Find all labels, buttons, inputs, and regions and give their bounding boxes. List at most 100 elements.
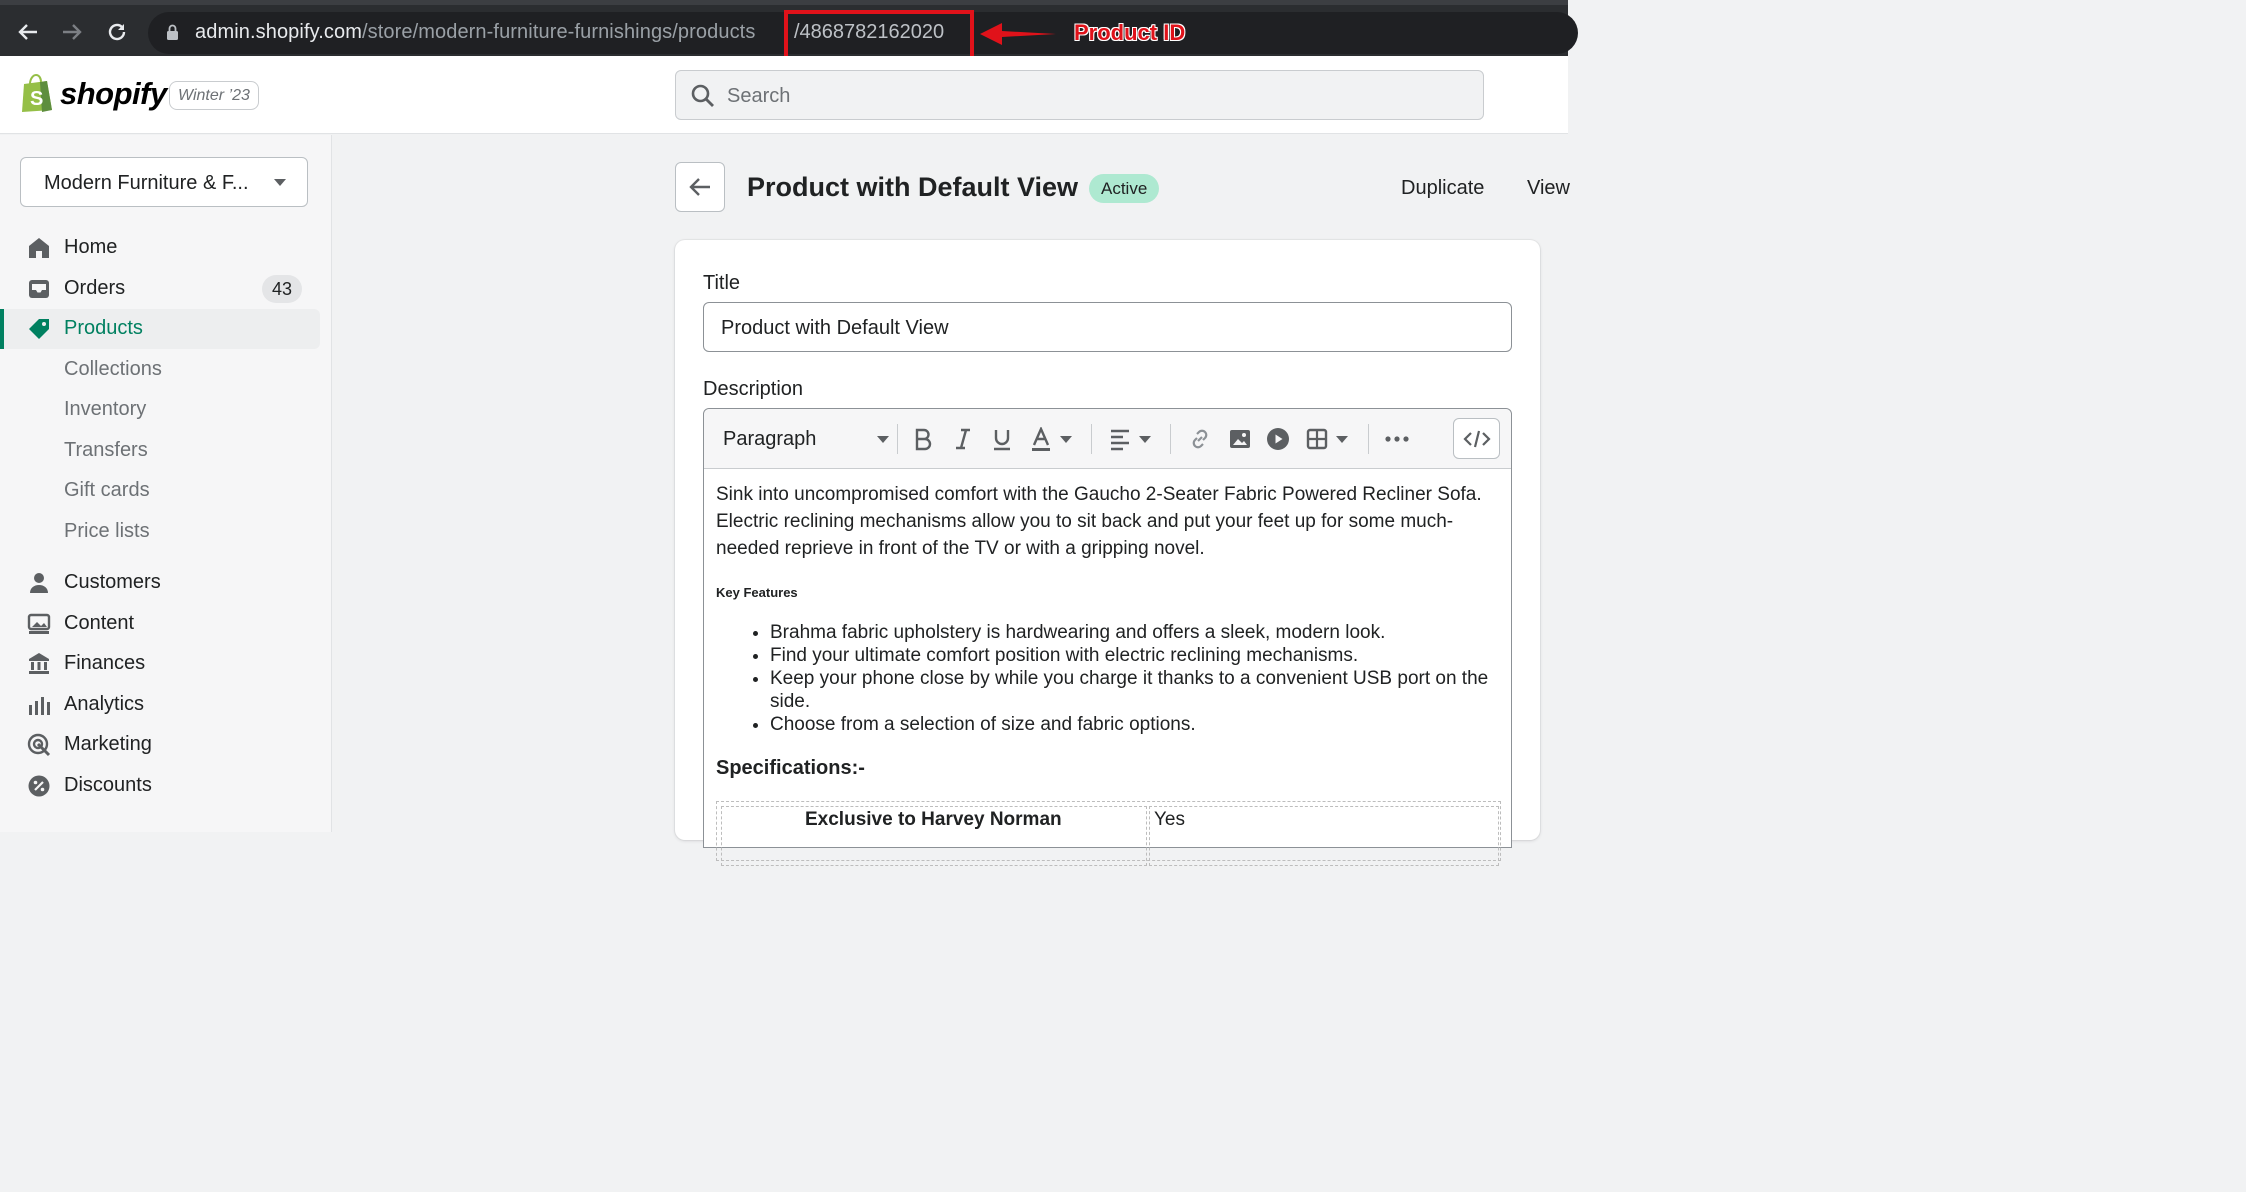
active-indicator (0, 309, 4, 349)
lock-icon (167, 24, 178, 40)
sidebar-item-products[interactable]: Products (0, 309, 320, 349)
table-cell: Yes (1149, 806, 1499, 866)
back-arrow-icon[interactable] (10, 14, 46, 50)
sidebar-item-collections[interactable]: Collections (0, 350, 320, 390)
italic-icon[interactable] (953, 427, 973, 451)
back-button[interactable] (675, 162, 725, 212)
specifications-table: Exclusive to Harvey Norman Yes (716, 801, 1501, 866)
insert-image-icon[interactable] (1228, 427, 1252, 451)
spec-value: Yes (1154, 809, 1185, 830)
tag-icon (29, 319, 49, 339)
bold-icon[interactable] (913, 427, 933, 451)
editor-toolbar: Paragraph (704, 409, 1511, 469)
arrow-left-icon (689, 178, 710, 196)
html-code-toggle[interactable] (1453, 418, 1500, 459)
bar-chart-icon (29, 697, 50, 715)
sidebar-item-transfers[interactable]: Transfers (0, 431, 320, 471)
sidebar-item-orders[interactable]: Orders 43 (0, 269, 320, 309)
insert-table-icon[interactable] (1306, 427, 1350, 451)
url-text: admin.shopify.com/store/modern-furniture… (195, 21, 755, 44)
shopify-logo-text[interactable]: shopify (60, 76, 167, 112)
inbox-icon (29, 280, 49, 298)
editor-content[interactable]: Sink into uncompromised comfort with the… (716, 481, 1501, 866)
reload-icon[interactable] (99, 14, 135, 50)
browser-toolbar: admin.shopify.com/store/modern-furniture… (0, 0, 1578, 60)
sidebar-item-discounts[interactable]: Discounts (0, 766, 320, 806)
sidebar-item-label: Finances (64, 652, 146, 674)
orders-count-badge: 43 (261, 275, 302, 303)
toolbar-divider (897, 424, 898, 454)
sidebar-item-content[interactable]: Content (0, 604, 320, 644)
forward-arrow-icon[interactable] (54, 14, 90, 50)
toolbar-divider (1368, 424, 1369, 454)
description-label: Description (703, 378, 804, 400)
sidebar-item-label: Content (64, 612, 135, 634)
toolbar-divider (1091, 424, 1092, 454)
product-id-annotation: Product ID (1074, 20, 1186, 45)
list-item: Keep your phone close by while you charg… (770, 667, 1490, 713)
person-icon (30, 573, 48, 593)
search-icon (691, 84, 714, 107)
align-icon[interactable] (1109, 427, 1153, 451)
url-path: /store/modern-furniture-furnishings/prod… (361, 21, 756, 43)
sidebar-item-label: Price lists (64, 520, 150, 542)
target-icon (27, 733, 51, 757)
more-options-icon[interactable] (1384, 427, 1410, 451)
chevron-down-icon (877, 435, 890, 443)
status-badge: Active (1089, 174, 1160, 203)
search-input[interactable]: Search (675, 70, 1484, 120)
list-item: Choose from a selection of size and fabr… (770, 713, 1490, 736)
sidebar-item-label: Inventory (64, 398, 147, 420)
chevron-down-icon (274, 179, 286, 186)
sidebar-item-inventory[interactable]: Inventory (0, 390, 320, 430)
insert-video-icon[interactable] (1266, 427, 1290, 451)
discount-icon (28, 775, 50, 797)
store-name: Modern Furniture & F... (44, 172, 249, 194)
text-color-icon[interactable] (1031, 427, 1075, 451)
duplicate-button[interactable]: Duplicate (1401, 177, 1484, 200)
sidebar-item-label: Gift cards (64, 479, 150, 501)
code-icon (1462, 430, 1491, 447)
search-placeholder: Search (727, 85, 791, 107)
shopify-bag-icon[interactable]: S (20, 74, 54, 114)
edition-badge[interactable]: Winter ’23 (169, 81, 259, 110)
paragraph-format-select[interactable]: Paragraph (723, 427, 890, 451)
admin-topbar: S shopify Winter ’23 Search (0, 56, 1568, 134)
store-selector[interactable]: Modern Furniture & F... (20, 157, 308, 207)
page-title: Product with Default View (747, 172, 1079, 202)
key-features-heading: Key Features (716, 585, 798, 600)
sidebar-item-label: Transfers (64, 439, 148, 461)
view-button[interactable]: View (1527, 177, 1570, 200)
features-list: Brahma fabric upholstery is hardwearing … (770, 621, 1490, 736)
sidebar-item-label: Discounts (64, 774, 152, 796)
url-host: admin.shopify.com (195, 21, 362, 43)
sidebar-item-marketing[interactable]: Marketing (0, 725, 320, 765)
title-input[interactable]: Product with Default View (703, 302, 1512, 352)
sidebar-item-gift-cards[interactable]: Gift cards (0, 471, 320, 511)
paragraph-format-label: Paragraph (723, 427, 817, 450)
sidebar: Modern Furniture & F... Home Orders 43 P… (0, 135, 332, 832)
title-label: Title (703, 272, 741, 294)
description-editor[interactable]: Paragraph Sink into uncompromised comfor… (703, 408, 1512, 866)
sidebar-item-label: Analytics (64, 693, 145, 715)
sidebar-item-label: Collections (64, 358, 162, 380)
image-icon (27, 613, 51, 634)
link-icon[interactable] (1188, 427, 1212, 451)
underline-icon[interactable] (991, 427, 1013, 451)
sidebar-item-label: Marketing (64, 733, 152, 755)
sidebar-item-price-lists[interactable]: Price lists (0, 512, 320, 552)
toolbar-divider (1170, 424, 1171, 454)
list-item: Brahma fabric upholstery is hardwearing … (770, 621, 1490, 644)
description-intro: Sink into uncompromised comfort with the… (716, 484, 1482, 559)
sidebar-item-analytics[interactable]: Analytics (0, 685, 320, 725)
sidebar-item-home[interactable]: Home (0, 228, 320, 268)
svg-text:S: S (30, 88, 43, 110)
sidebar-item-finances[interactable]: Finances (0, 644, 320, 684)
sidebar-item-customers[interactable]: Customers (0, 563, 320, 603)
sidebar-item-label: Products (64, 317, 143, 339)
product-id-highlight-box (784, 10, 974, 60)
annotation-arrow-icon (980, 23, 1056, 45)
list-item: Find your ultimate comfort position with… (770, 644, 1490, 667)
home-icon (29, 238, 49, 258)
specifications-heading: Specifications:- (716, 757, 865, 779)
